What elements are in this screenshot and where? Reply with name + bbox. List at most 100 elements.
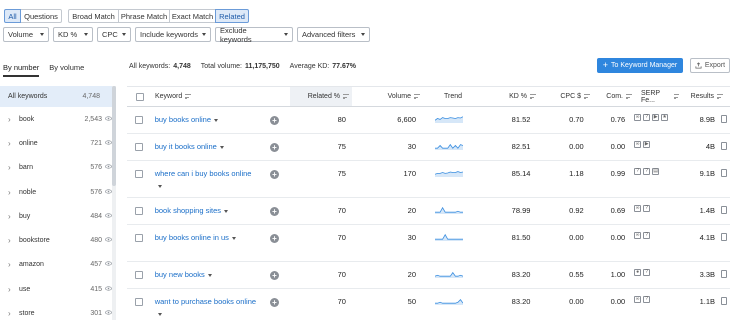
serp-snapshot-icon[interactable] — [721, 115, 728, 123]
sidebar-item-barn[interactable]: › barn 576 — [0, 156, 116, 180]
eye-icon[interactable] — [102, 116, 112, 123]
eye-icon[interactable] — [102, 310, 112, 317]
advanced-filters[interactable]: Advanced filters — [297, 27, 370, 42]
tab-all[interactable]: All — [4, 9, 21, 23]
add-keyword-icon[interactable]: + — [269, 170, 279, 179]
add-keyword-icon[interactable]: + — [269, 234, 279, 243]
eye-icon[interactable] — [102, 213, 112, 220]
sidebar-item-use[interactable]: › use 415 — [0, 277, 116, 301]
sidebar-item-all-keywords[interactable]: All keywords 4,748 — [0, 86, 116, 107]
by-number-tab[interactable]: By number — [3, 63, 40, 77]
chevron-down-icon[interactable] — [219, 145, 224, 149]
select-all-checkbox[interactable] — [135, 92, 144, 101]
keyword-link[interactable]: buy new books — [155, 269, 212, 281]
eye-icon[interactable] — [102, 188, 112, 196]
keywords-table: Keyword Related % Volume Trend KD % CPC … — [127, 86, 730, 320]
eye-icon[interactable] — [102, 140, 112, 147]
sidebar-item-label: amazon — [19, 261, 44, 269]
row-checkbox[interactable] — [135, 234, 144, 242]
keyword-link[interactable]: book shopping sites — [155, 205, 229, 217]
add-keyword-icon[interactable]: + — [269, 116, 279, 125]
keyword-cell: buy new books — [152, 262, 261, 281]
serp-snapshot-icon[interactable] — [721, 270, 728, 278]
serp-snapshot-icon[interactable] — [721, 142, 728, 150]
results-value: 1.1B — [699, 297, 716, 306]
trend-cell — [419, 161, 478, 177]
col-keyword[interactable]: Keyword — [152, 87, 263, 106]
sidebar-scroll-thumb[interactable] — [112, 86, 116, 186]
sidebar-item-count: 480 — [90, 237, 102, 245]
chevron-down-icon — [202, 33, 206, 36]
eye-icon[interactable] — [102, 261, 112, 268]
chevron-down-icon[interactable] — [224, 209, 229, 213]
filter-label: Include keywords — [140, 30, 198, 39]
kd-filter[interactable]: KD % — [53, 27, 93, 42]
sidebar-item-buy[interactable]: › buy 484 — [0, 204, 116, 228]
row-checkbox[interactable] — [135, 170, 144, 178]
chevron-down-icon[interactable] — [207, 273, 212, 277]
export-button[interactable]: Export — [690, 58, 730, 73]
volume-filter[interactable]: Volume — [3, 27, 49, 42]
cpc-filter[interactable]: CPC — [97, 27, 131, 42]
tab-broad-match[interactable]: Broad Match — [68, 9, 119, 23]
by-volume-tab[interactable]: By volume — [49, 63, 84, 77]
keyword-link[interactable]: want to purchase books online — [155, 296, 258, 320]
chevron-down-icon[interactable] — [231, 236, 236, 240]
volume-value: 6,600 — [397, 115, 416, 124]
sidebar-item-online[interactable]: › online 721 — [0, 131, 116, 155]
tab-exact-match[interactable]: Exact Match — [169, 9, 216, 23]
col-com[interactable]: Com. — [593, 87, 635, 106]
eye-icon[interactable] — [102, 237, 112, 244]
add-keyword-icon[interactable]: + — [269, 207, 279, 216]
serp-snapshot-icon[interactable] — [721, 206, 728, 214]
row-checkbox[interactable] — [135, 271, 144, 279]
add-keyword-icon[interactable]: + — [269, 271, 279, 280]
sidebar-item-count: 576 — [90, 164, 102, 172]
col-related[interactable]: Related % — [290, 87, 352, 106]
eye-icon[interactable] — [102, 286, 112, 293]
keyword-link[interactable]: buy books online — [155, 114, 219, 126]
serp-features-cell: ∞ ▶ — [628, 134, 674, 148]
sidebar-item-noble[interactable]: › noble 576 — [0, 180, 116, 204]
include-keywords-filter[interactable]: Include keywords — [135, 27, 211, 42]
tab-related[interactable]: Related — [215, 9, 249, 23]
serp-snapshot-icon[interactable] — [721, 297, 728, 305]
col-volume[interactable]: Volume — [352, 87, 423, 106]
col-serp[interactable]: SERP Fe... — [635, 87, 682, 106]
serp-features-cell: ∞? — [628, 225, 674, 239]
trend-line — [434, 206, 463, 213]
faq-icon: ? — [643, 269, 651, 276]
keyword-link[interactable]: where can i buy books online — [155, 168, 258, 192]
faq-icon: ? — [643, 114, 651, 121]
keyword-link[interactable]: buy it books online — [155, 141, 224, 153]
col-cpc[interactable]: CPC $ — [539, 87, 593, 106]
serp-snapshot-icon[interactable] — [721, 233, 728, 241]
chevron-down-icon[interactable] — [157, 184, 162, 188]
eye-icon[interactable] — [102, 164, 112, 171]
add-keyword-icon[interactable]: + — [269, 298, 279, 307]
keyword-cell: buy it books online — [152, 134, 261, 153]
col-kd[interactable]: KD % — [483, 87, 539, 106]
col-results[interactable]: Results — [682, 87, 726, 106]
sidebar-item-bookstore[interactable]: › bookstore 480 — [0, 228, 116, 252]
tab-questions[interactable]: Questions — [20, 9, 62, 23]
row-checkbox[interactable] — [135, 298, 144, 306]
chevron-down-icon[interactable] — [157, 312, 162, 316]
keyword-link[interactable]: buy books online in us — [155, 232, 236, 244]
tab-phrase-match[interactable]: Phrase Match — [118, 9, 170, 23]
column-label: CPC $ — [560, 93, 581, 100]
row-checkbox[interactable] — [135, 207, 144, 215]
row-checkbox[interactable] — [135, 143, 144, 151]
to-keyword-manager-button[interactable]: + To Keyword Manager — [597, 58, 683, 73]
sidebar-item-amazon[interactable]: › amazon 457 — [0, 253, 116, 277]
chevron-down-icon[interactable] — [214, 118, 219, 122]
exclude-keywords-filter[interactable]: Exclude keywords — [215, 26, 293, 44]
row-checkbox[interactable] — [135, 116, 144, 124]
total-volume-stat: Total volume: 11,175,750 — [201, 63, 280, 70]
sidebar-item-store[interactable]: › store 301 — [0, 301, 116, 320]
sidebar-item-book[interactable]: › book 2,543 — [0, 107, 116, 131]
serp-snapshot-icon[interactable] — [721, 169, 728, 177]
related-value: 70 — [337, 270, 346, 279]
add-keyword-icon[interactable]: + — [269, 143, 279, 152]
kd: 82.51 — [478, 134, 533, 151]
